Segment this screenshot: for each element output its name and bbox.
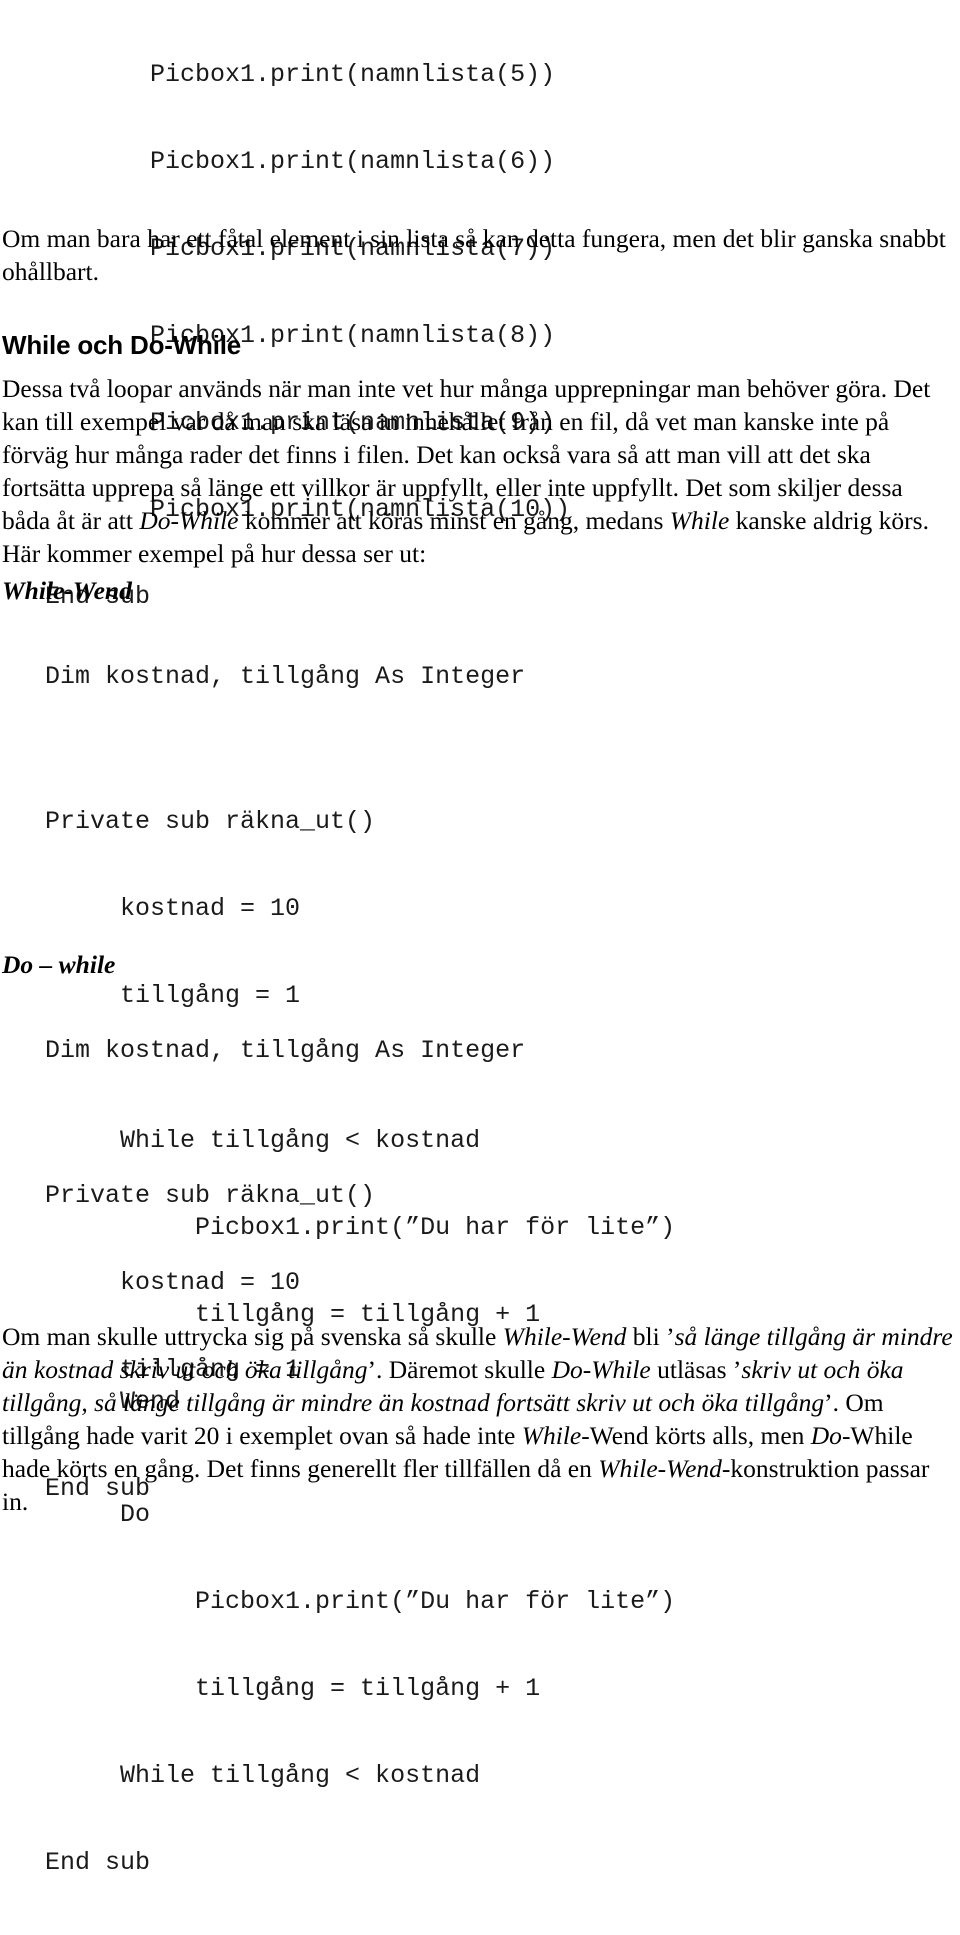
code-line: Picbox1.print(namnlista(5)) <box>0 60 556 89</box>
emphasis-while-2: While <box>521 1421 582 1450</box>
emphasis-while-wend-2: While-Wend <box>598 1454 722 1483</box>
code-line: kostnad = 10 <box>0 1268 301 1297</box>
label-do-while: Do – while <box>2 950 116 979</box>
code-line: kostnad = 10 <box>0 894 301 923</box>
code-line: While tillgång < kostnad <box>0 1761 481 1790</box>
label-while-wend: While-Wend <box>2 576 132 605</box>
explanation-paragraph: Dessa två loopar används när man inte ve… <box>2 372 952 570</box>
final-text-part: utläsas ’ <box>650 1355 742 1384</box>
emphasis-do-2: Do <box>810 1421 842 1450</box>
emphasis-do-while: Do-While <box>551 1355 651 1384</box>
code-line: tillgång = tillgång + 1 <box>0 1674 541 1703</box>
final-text-part: ’. Däremot skulle <box>367 1355 552 1384</box>
code-line: End sub <box>0 1848 151 1877</box>
emphasis-while-wend: While-Wend <box>502 1322 627 1351</box>
document-page: Picbox1.print(namnlista(5)) Picbox1.prin… <box>0 0 960 1877</box>
code-line: Dim kostnad, tillgång As Integer <box>0 662 526 691</box>
code-line: Private sub räkna_ut() <box>0 807 376 836</box>
final-paragraph: Om man skulle uttrycka sig på svenska så… <box>2 1320 954 1518</box>
intro-paragraph: Om man bara har ett fåtal element i sin … <box>2 224 946 286</box>
code-line: Picbox1.print(”Du har för lite”) <box>0 1587 676 1616</box>
final-text-part: Om man skulle uttrycka sig på svenska så… <box>2 1322 503 1351</box>
code-line: Picbox1.print(namnlista(6)) <box>0 147 556 176</box>
final-text-part: bli ’ <box>626 1322 675 1351</box>
section-heading: While och Do-While <box>2 330 242 360</box>
code-line: Dim kostnad, tillgång As Integer <box>0 1036 526 1065</box>
code-line: Private sub räkna_ut() <box>0 1181 376 1210</box>
emphasis-do-while: Do-While <box>139 506 239 535</box>
explanation-text-part: kommer att köras minst en gång, medans <box>238 506 670 535</box>
emphasis-while: While <box>669 506 730 535</box>
final-text-part: -Wend körts alls, men <box>581 1421 811 1450</box>
